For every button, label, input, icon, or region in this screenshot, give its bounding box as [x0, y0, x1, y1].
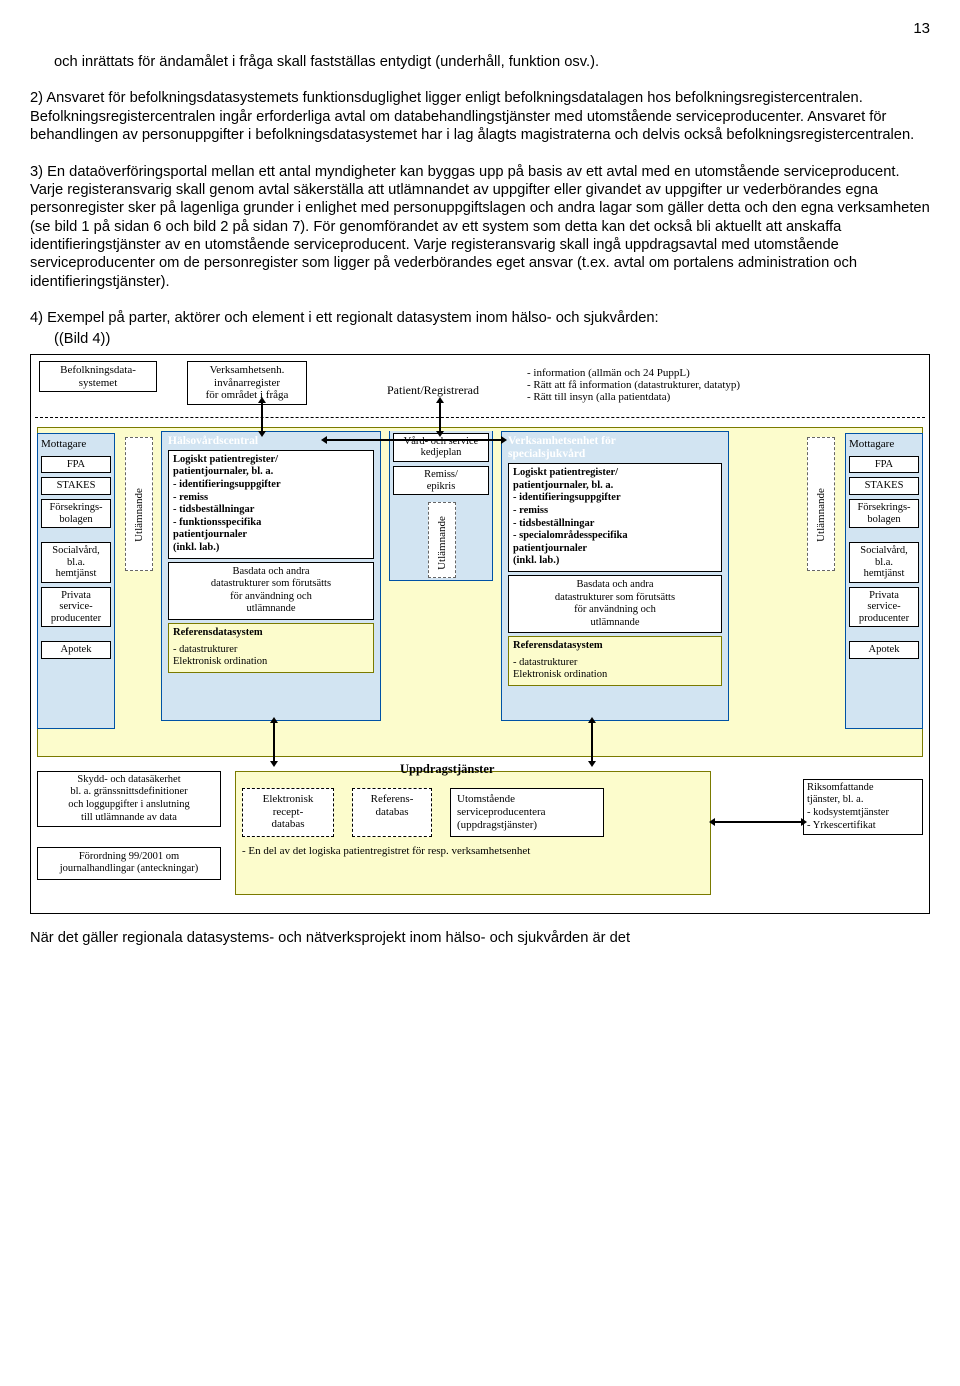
box-privat-r: Privata service- producenter: [849, 587, 919, 628]
dash-top: [35, 417, 925, 418]
sjv-refs: Referensdatasystem - datastrukturer Elek…: [508, 636, 722, 686]
sjv-refs-body: - datastrukturer Elektronisk ordination: [513, 657, 717, 682]
bottom-area: Skydd- och datasäkerhet bl. a. gränssnit…: [37, 761, 923, 907]
arrow-v2: [439, 403, 441, 431]
util-box-right: Utlämnande: [807, 437, 835, 571]
box-refdb: Referens- databas: [352, 788, 432, 838]
arrow-riks: [715, 821, 801, 823]
mid-box: Vård- och service kedjeplan Remiss/ epik…: [389, 431, 493, 581]
box-erecept: Elektronisk recept- databas: [242, 788, 334, 838]
mid-util-box: Utlämnande: [428, 502, 456, 578]
util-label-l: Utlämnande: [133, 472, 145, 558]
patient-label: Patient/Registrerad: [387, 383, 479, 398]
uppdrag-row: Elektronisk recept- databas Referens- da…: [242, 788, 704, 838]
footer-text: När det gäller regionala datasystems- oc…: [30, 930, 930, 946]
mid-remiss: Remiss/ epikris: [393, 466, 489, 495]
rights-list: - information (allmän och 24 PuppL) - Rä…: [527, 367, 740, 403]
box-social-r: Socialvård, bl.a. hemtjänst: [849, 542, 919, 583]
box-apotek-r: Apotek: [849, 641, 919, 659]
hvc-title: Hälsovårdscentral: [168, 435, 374, 447]
hvc-block2: Basdata och andra datastrukturer som för…: [168, 562, 374, 620]
hvc-refs: Referensdatasystem - datastrukturer Elek…: [168, 623, 374, 673]
para-2: 2) Ansvaret för befolkningsdatasystemets…: [30, 89, 930, 144]
para-4: 4) Exempel på parter, aktörer och elemen…: [30, 309, 930, 327]
para-3: 3) En dataöverföringsportal mellan ett a…: [30, 163, 930, 292]
uppdrag-note: - En del av det logiska patientregistret…: [242, 845, 704, 857]
arrow-v1: [261, 403, 263, 431]
top-row: Befolkningsdata- systemet Verksamhetsenh…: [39, 361, 921, 405]
box-apotek-l: Apotek: [41, 641, 111, 659]
hvc-refs-title: Referensdatasystem: [173, 627, 369, 640]
right-3: - Rätt till insyn (alla patientdata): [527, 391, 740, 403]
box-fpa-r: FPA: [849, 456, 919, 474]
util-label-r: Utlämnande: [815, 472, 827, 558]
sjv-block1: Logiskt patientregister/ patientjournale…: [508, 463, 722, 572]
receivers-left: Mottagare FPA STAKES Försekrings- bolage…: [37, 433, 115, 729]
uppdrag-title: Uppdragstjänster: [396, 762, 498, 777]
box-verksamhetsenh: Verksamhetsenh. invånarregister för områ…: [187, 361, 307, 405]
para-1: och inrättats för ändamålet i fråga skal…: [54, 53, 930, 71]
box-befolkningsdata: Befolkningsdata- systemet: [39, 361, 157, 392]
right-1: - information (allmän och 24 PuppL): [527, 367, 740, 379]
receivers-title-r: Mottagare: [849, 438, 919, 450]
arrow-h-top: [327, 439, 501, 441]
sjv-title: Verksamhetsenhet för specialsjukvård: [508, 435, 722, 460]
box-security: Skydd- och datasäkerhet bl. a. gränssnit…: [37, 771, 221, 827]
box-utomstaende: Utomstående serviceproducentera (uppdrag…: [450, 788, 604, 838]
bild-label: ((Bild 4)): [54, 330, 930, 348]
box-regulation: Förordning 99/2001 om journalhandlingar …: [37, 847, 221, 880]
uppdrag-area: Uppdragstjänster Elektronisk recept- dat…: [235, 771, 711, 895]
receivers-title-l: Mottagare: [41, 438, 111, 450]
box-forsekring-l: Försekrings- bolagen: [41, 499, 111, 528]
col-sjv: Verksamhetsenhet för specialsjukvård Log…: [501, 431, 729, 721]
receivers-right: Mottagare FPA STAKES Försekrings- bolage…: [845, 433, 923, 729]
arrow-v4: [591, 723, 593, 761]
box-fpa-l: FPA: [41, 456, 111, 474]
col-hvc: Hälsovårdscentral Logiskt patientregiste…: [161, 431, 381, 721]
diagram: Befolkningsdata- systemet Verksamhetsenh…: [30, 354, 930, 914]
mid-util-label: Utlämnande: [436, 500, 448, 586]
mid-vard: Vård- och service kedjeplan: [393, 433, 489, 462]
box-stakes-r: STAKES: [849, 477, 919, 495]
box-riksomfattande: Riksomfattande tjänster, bl. a. - kodsys…: [803, 779, 923, 835]
util-box-left: Utlämnande: [125, 437, 153, 571]
box-forsekring-r: Försekrings- bolagen: [849, 499, 919, 528]
arrow-v3: [273, 723, 275, 761]
hvc-block1: Logiskt patientregister/ patientjournale…: [168, 450, 374, 559]
right-2: - Rätt att få information (datastrukture…: [527, 379, 740, 391]
box-privat-l: Privata service- producenter: [41, 587, 111, 628]
box-stakes-l: STAKES: [41, 477, 111, 495]
page-number: 13: [30, 20, 930, 37]
box-social-l: Socialvård, bl.a. hemtjänst: [41, 542, 111, 583]
sjv-refs-title: Referensdatasystem: [513, 640, 717, 653]
hvc-refs-body: - datastrukturer Elektronisk ordination: [173, 644, 369, 669]
sjv-block2: Basdata och andra datastrukturer som för…: [508, 575, 722, 633]
